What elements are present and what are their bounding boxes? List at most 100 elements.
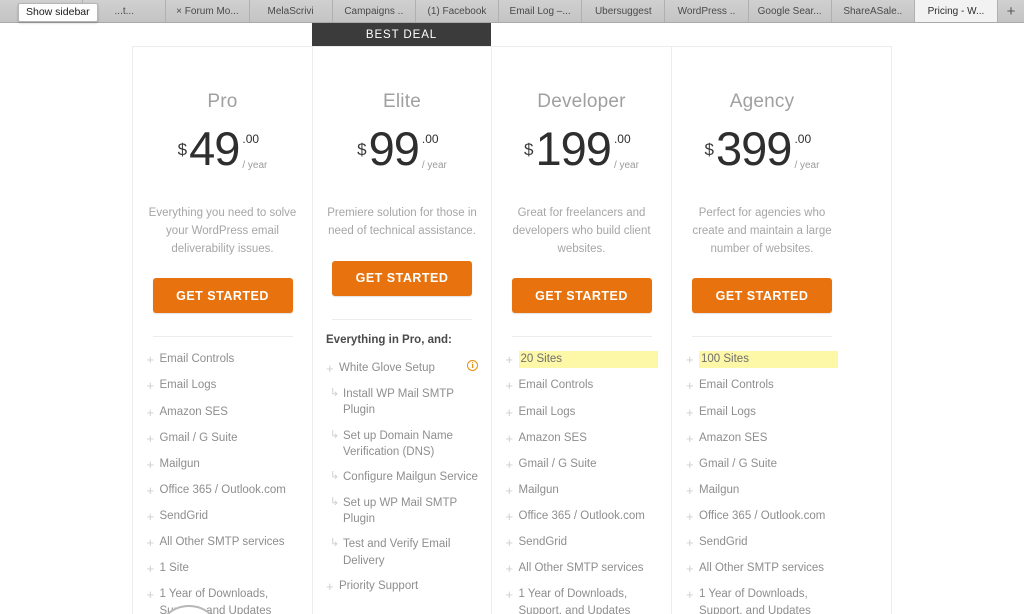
- price-suffix: .00 / year: [613, 132, 639, 172]
- plus-icon: +: [505, 560, 514, 576]
- plus-icon: +: [146, 352, 155, 368]
- feature-item: +1 Year of Downloads, Support, and Updat…: [147, 586, 299, 614]
- feature-item: + Amazon SES: [686, 430, 838, 448]
- price-suffix: .00 / year: [242, 132, 268, 172]
- browser-tab[interactable]: Campaigns ..: [332, 0, 416, 22]
- plus-icon: +: [686, 586, 694, 602]
- arrow-icon: ↳: [330, 386, 340, 399]
- plus-icon: +: [686, 560, 694, 576]
- feature-item: ↳ Set up WP Mail SMTP Plugin: [326, 495, 478, 528]
- feature-label: Mailgun: [699, 483, 740, 496]
- feature-item: + Priority Support: [326, 578, 478, 596]
- feature-item: + White Glove Setup i: [326, 359, 478, 378]
- feature-label: Email Controls: [699, 379, 774, 392]
- currency-symbol: $: [177, 140, 188, 159]
- feature-list: + Email Controls + Email Logs + Amazon SES + Gm…: [147, 351, 299, 614]
- plus-icon: +: [505, 534, 514, 550]
- feature-label: Test and Verify Email Delivery: [343, 538, 451, 568]
- browser-tab[interactable]: MelaScrivi: [249, 0, 333, 22]
- price-suffix: .00 / year: [422, 132, 447, 171]
- price-period: / year: [613, 160, 639, 172]
- feature-item: + Office 365 / Outlook.com: [686, 508, 838, 526]
- plan-name: Pro: [207, 91, 238, 112]
- plus-icon: +: [686, 352, 694, 368]
- plan-name: Agency: [729, 91, 795, 112]
- feature-label: 20 Sites: [518, 351, 658, 369]
- browser-tab[interactable]: Ubersuggest: [582, 0, 666, 22]
- plus-icon: +: [146, 378, 155, 394]
- card-divider: [511, 336, 652, 338]
- pricing-card: Developer $199.00 / year Great for freelanc…: [492, 47, 672, 614]
- card-divider: [332, 318, 472, 320]
- browser-tab[interactable]: WordPress ..: [665, 0, 749, 22]
- price-period: / year: [794, 160, 820, 172]
- plus-icon: +: [146, 456, 155, 472]
- feature-label: Gmail / G Suite: [159, 431, 238, 444]
- price-amount: 99: [368, 122, 420, 175]
- arrow-icon: ↳: [330, 495, 340, 508]
- feature-item: + Email Controls: [506, 377, 658, 395]
- plus-icon: +: [505, 508, 514, 524]
- feature-list: +20 Sites + Email Controls + Email Logs + Amaz…: [506, 351, 658, 614]
- feature-list: + White Glove Setup i ↳ Install WP Mail SMTP…: [326, 359, 478, 596]
- get-started-button[interactable]: GET STARTED: [511, 278, 652, 314]
- feature-label: Email Logs: [518, 405, 576, 418]
- browser-tab[interactable]: (1) Facebook: [415, 0, 500, 22]
- feature-label: Gmail / G Suite: [699, 457, 777, 470]
- pricing-card-grid: Pro $49.00/ year Everything you need to so…: [132, 46, 892, 614]
- plus-icon: +: [686, 378, 694, 394]
- feature-item: + Email Controls: [686, 377, 838, 395]
- plan-price: $399.00 / year: [672, 125, 852, 187]
- feature-item: + Mailgun: [147, 456, 299, 474]
- get-started-button[interactable]: GET STARTED: [332, 260, 472, 296]
- plan-name: Developer: [537, 91, 626, 112]
- feature-item: +1 Site: [147, 560, 299, 578]
- plus-icon: +: [505, 404, 514, 420]
- feature-item: + Amazon SES: [506, 430, 658, 448]
- plus-icon: +: [146, 508, 155, 524]
- browser-tab[interactable]: Google Sear...: [748, 0, 832, 22]
- plus-icon: +: [505, 430, 514, 446]
- feature-label: SendGrid: [159, 509, 209, 522]
- feature-label: 1 Site: [159, 561, 189, 574]
- plus-icon: +: [505, 456, 514, 472]
- feature-label: Configure Mailgun Service: [343, 471, 478, 484]
- new-tab-button[interactable]: +: [998, 0, 1024, 22]
- feature-item: + All Other SMTP services: [147, 534, 299, 552]
- feature-label: Amazon SES: [159, 405, 228, 418]
- plus-icon: +: [146, 534, 155, 550]
- browser-tab[interactable]: × Forum Mo...: [166, 0, 250, 22]
- feature-item: + Mailgun: [506, 482, 658, 500]
- get-started-button[interactable]: GET STARTED: [692, 278, 832, 314]
- pricing-card: Pro $49.00 / year Everything you need to so…: [133, 47, 313, 614]
- arrow-icon: ↳: [330, 537, 340, 550]
- plan-description: Premiere solution for those in need of t…: [327, 207, 477, 237]
- currency-symbol: $: [524, 140, 534, 159]
- browser-tab[interactable]: Email Log –...: [499, 0, 583, 22]
- pricing-card: Agency $399.00 / year Perfect for agencies …: [672, 47, 852, 614]
- pricing-page: BEST DEAL Pro $49.00/ year Everything you …: [0, 23, 1024, 614]
- feature-label: Mailgun: [518, 483, 559, 496]
- feature-label: Office 365 / Outlook.com: [699, 509, 826, 522]
- feature-item: + Office 365 / Outlook.com: [147, 482, 299, 500]
- feature-item: + Gmail / G Suite: [686, 456, 838, 474]
- price-period: / year: [242, 160, 268, 172]
- plus-icon: +: [505, 586, 514, 602]
- browser-tab[interactable]: Pricing - W...: [914, 0, 999, 22]
- arrow-icon: ↳: [330, 470, 340, 483]
- feature-item: +20 Sites: [506, 351, 658, 369]
- price-cents: .00: [242, 132, 260, 146]
- feature-item: + Gmail / G Suite: [506, 456, 658, 474]
- show-sidebar-tooltip: Show sidebar: [18, 3, 98, 22]
- feature-item: ↳ Set up Domain Name Verification (DNS): [326, 428, 478, 461]
- arrow-icon: ↳: [330, 428, 340, 441]
- feature-label: White Glove Setup: [339, 361, 435, 374]
- get-started-button[interactable]: GET STARTED: [152, 278, 293, 314]
- feature-item: + SendGrid: [147, 508, 299, 526]
- card-divider: [692, 336, 832, 338]
- browser-tab[interactable]: ShareASale..: [831, 0, 915, 22]
- info-icon[interactable]: i: [467, 359, 478, 371]
- feature-label: 1 Year of Downloads, Support, and Update…: [699, 587, 811, 614]
- feature-item: + Email Logs: [147, 377, 299, 395]
- feature-item: +100 Sites: [686, 351, 838, 369]
